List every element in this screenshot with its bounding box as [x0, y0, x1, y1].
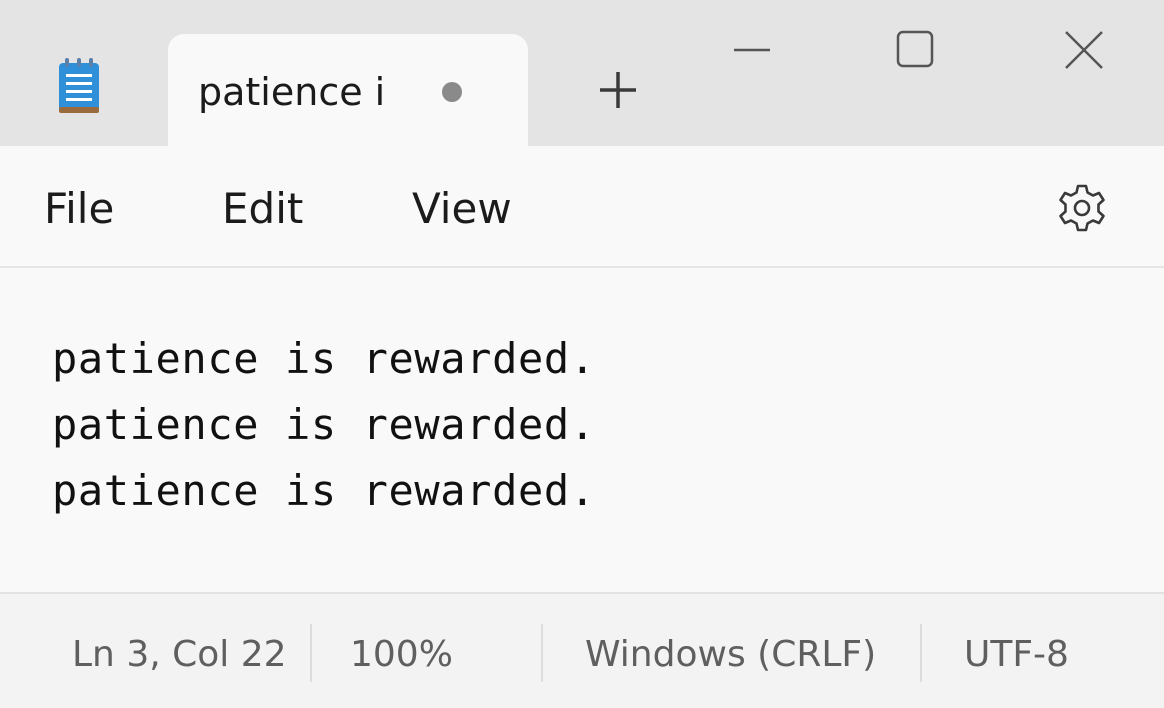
status-divider — [310, 624, 312, 682]
cursor-position: Ln 3, Col 22 — [72, 634, 287, 675]
menu-file[interactable]: File — [44, 184, 114, 233]
encoding[interactable]: UTF-8 — [964, 634, 1069, 675]
menu-edit[interactable]: Edit — [222, 184, 303, 233]
status-divider — [541, 624, 543, 682]
unsaved-indicator-icon[interactable] — [442, 82, 462, 102]
status-bar: Ln 3, Col 22 100% Windows (CRLF) UTF-8 — [0, 592, 1164, 708]
editor-line[interactable]: patience is rewarded. — [52, 400, 596, 449]
title-bar: patience i — [0, 0, 1164, 147]
tab-title: patience i — [198, 70, 386, 114]
zoom-level[interactable]: 100% — [350, 634, 453, 675]
plus-icon[interactable] — [596, 64, 640, 116]
document-tab[interactable]: patience i — [168, 34, 528, 147]
close-icon[interactable] — [1054, 20, 1114, 80]
text-editor[interactable]: patience is rewarded. patience is reward… — [0, 268, 1164, 592]
editor-line[interactable]: patience is rewarded. — [52, 334, 596, 383]
notepad-icon — [56, 58, 102, 116]
gear-icon[interactable] — [1052, 178, 1112, 238]
status-divider — [920, 624, 922, 682]
menu-view[interactable]: View — [412, 184, 512, 233]
menu-bar: File Edit View — [0, 146, 1164, 268]
maximize-icon[interactable] — [886, 20, 946, 80]
editor-line[interactable]: patience is rewarded. — [52, 466, 596, 515]
minimize-icon[interactable] — [722, 20, 782, 80]
notepad-window: patience i File Edit View patience is re… — [0, 0, 1164, 708]
line-ending[interactable]: Windows (CRLF) — [585, 634, 876, 675]
